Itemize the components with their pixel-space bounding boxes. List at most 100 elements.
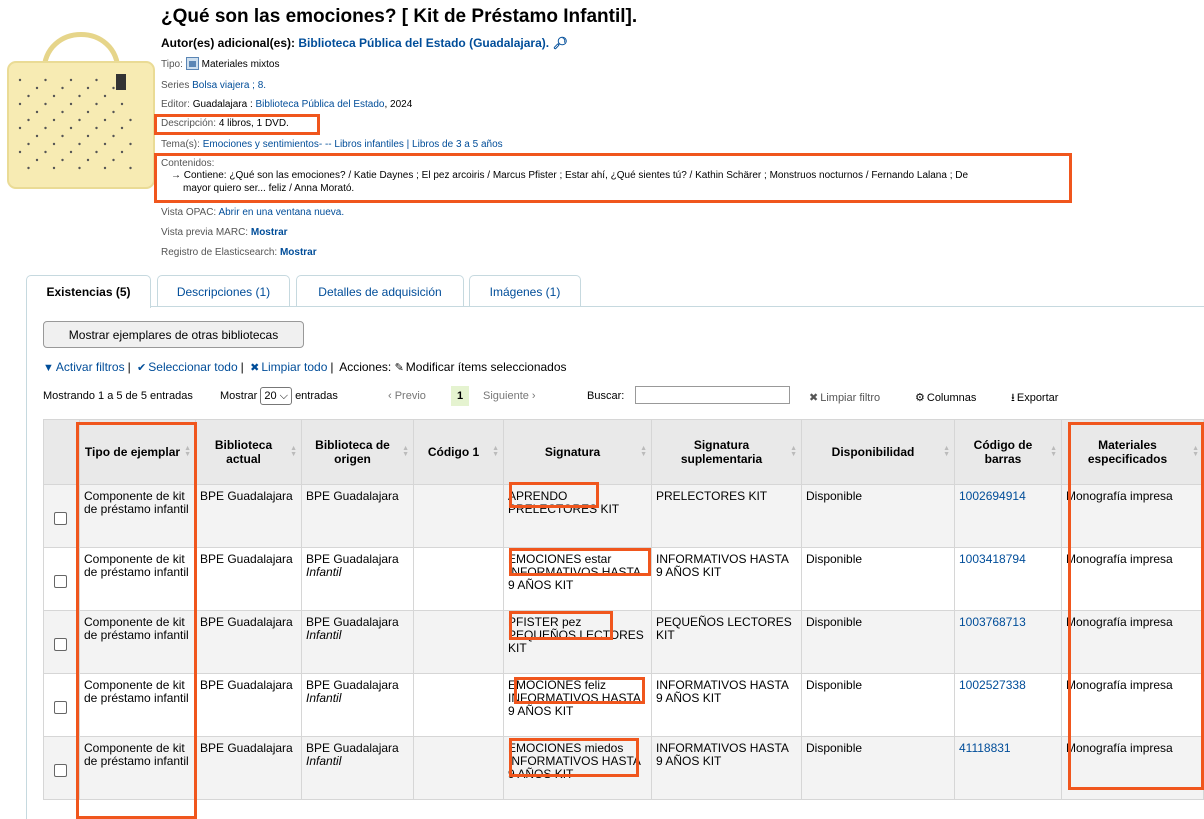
close-icon: ✖	[250, 362, 260, 374]
current-library-cell: BPE Guadalajara	[195, 736, 302, 800]
current-library-cell: BPE Guadalajara	[195, 484, 302, 548]
item-type-cell: Componente de kit de préstamo infantil	[79, 547, 196, 611]
column-header-code1[interactable]: Código 1 ▲ ▼	[413, 419, 504, 485]
table-row: Componente de kit de préstamo infantil BP…	[43, 547, 1204, 611]
columns-button[interactable]: ⚙ Columnas	[915, 388, 976, 408]
previous-page-button[interactable]: ‹ Previo	[388, 386, 426, 406]
column-header-current-library[interactable]: Biblioteca actual ▲ ▼	[195, 419, 302, 485]
barcode-cell: 1003768713	[954, 610, 1062, 674]
column-header-supplementary-call-number[interactable]: Signatura suplementaria ▲ ▼	[651, 419, 802, 485]
sort-icon: ▲ ▼	[1050, 445, 1057, 458]
page-size-control: Mostrar 20 ⌵ entradas	[220, 386, 338, 406]
column-header-barcode[interactable]: Código de barras ▲ ▼	[954, 419, 1062, 485]
tab-images[interactable]: Imágenes (1)	[469, 275, 581, 307]
item-type-cell: Componente de kit de préstamo infantil	[79, 484, 196, 548]
barcode-cell: 1002527338	[954, 673, 1062, 737]
type-row: Tipo: Materiales mixtos	[161, 57, 280, 70]
column-header-item-type[interactable]: Tipo de ejemplar ▲ ▼	[79, 419, 196, 485]
contents-label: Contenidos:	[161, 158, 215, 169]
column-header-home-library[interactable]: Biblioteca de origen ▲ ▼	[301, 419, 414, 485]
code1-cell	[413, 673, 504, 737]
clear-all-link[interactable]: ✖ Limpiar todo	[250, 360, 327, 374]
supplementary-call-number-cell: INFORMATIVOS HASTA 9 AÑOS KIT	[651, 736, 802, 800]
record-tabs: Existencias (5) Descripciones (1) Detall…	[0, 275, 1204, 308]
select-all-link[interactable]: ✔ Seleccionar todo	[137, 360, 238, 374]
marc-row: Vista previa MARC: Mostrar	[161, 227, 288, 238]
additional-authors: Autor(es) adicional(es): Biblioteca Públ…	[161, 36, 568, 50]
current-page-button[interactable]: 1	[451, 386, 470, 406]
search-icon[interactable]: 🔎︎	[552, 36, 567, 50]
filter-icon: ▼	[43, 362, 54, 374]
row-checkbox[interactable]	[54, 701, 67, 714]
home-library-cell: BPE Guadalajara Infantil	[301, 736, 414, 800]
mixed-materials-icon	[185, 57, 199, 70]
column-header-availability[interactable]: Disponibilidad ▲ ▼	[801, 419, 955, 485]
barcode-cell: 41118831	[954, 736, 1062, 800]
row-checkbox[interactable]	[54, 575, 67, 588]
availability-cell: Disponible	[801, 484, 955, 548]
holdings-table: Tipo de ejemplar ▲ ▼ Biblioteca actual ▲ ▼ B…	[43, 419, 1204, 800]
barcode-link[interactable]: 41118831	[959, 741, 1011, 755]
row-select-cell	[43, 673, 80, 737]
call-number-cell: APRENDO PRELECTORES KIT	[503, 484, 652, 548]
barcode-link[interactable]: 1003768713	[959, 615, 1026, 629]
page-size-select[interactable]: 20 ⌵	[260, 387, 292, 406]
sort-icon: ▲ ▼	[402, 445, 409, 458]
show-other-libraries-button[interactable]: Mostrar ejemplares de otras bibliotecas	[43, 321, 304, 348]
row-checkbox[interactable]	[54, 638, 67, 651]
call-number-cell: EMOCIONES miedos INFORMATIVOS HASTA 9 AÑ…	[503, 736, 652, 800]
pencil-icon: ✎	[394, 362, 404, 374]
availability-cell: Disponible	[801, 610, 955, 674]
marc-link[interactable]: Mostrar	[251, 227, 288, 238]
row-checkbox[interactable]	[54, 764, 67, 777]
column-header-call-number[interactable]: Signatura ▲ ▼	[503, 419, 652, 485]
barcode-link[interactable]: 1003418794	[959, 552, 1026, 566]
activate-filters-link[interactable]: ▼ Activar filtros	[43, 360, 125, 374]
elasticsearch-row: Registro de Elasticsearch: Mostrar	[161, 247, 317, 258]
supplementary-call-number-cell: INFORMATIVOS HASTA 9 AÑOS KIT	[651, 673, 802, 737]
home-library-cell: BPE Guadalajara	[301, 484, 414, 548]
home-library-cell: BPE Guadalajara Infantil	[301, 610, 414, 674]
table-row: Componente de kit de préstamo infantil BP…	[43, 610, 1204, 674]
series-link[interactable]: Bolsa viajera ; 8.	[192, 80, 266, 91]
search-label: Buscar:	[587, 390, 625, 402]
next-page-button[interactable]: Siguiente ›	[483, 386, 536, 406]
materials-cell: Monografía impresa	[1061, 610, 1204, 674]
modify-selected-link[interactable]: ✎ Modificar ítems seleccionados	[395, 360, 567, 374]
materials-cell: Monografía impresa	[1061, 736, 1204, 800]
clear-filter-button[interactable]: ✖ Limpiar filtro	[809, 388, 880, 408]
publisher-link[interactable]: Biblioteca Pública del Estado	[256, 99, 385, 110]
barcode-link[interactable]: 1002527338	[959, 678, 1026, 692]
row-select-cell	[43, 547, 80, 611]
sort-icon: ▲ ▼	[492, 445, 499, 458]
search-input[interactable]	[635, 386, 790, 404]
supplementary-call-number-cell: INFORMATIVOS HASTA 9 AÑOS KIT	[651, 547, 802, 611]
tab-holdings[interactable]: Existencias (5)	[26, 275, 151, 308]
materials-cell: Monografía impresa	[1061, 547, 1204, 611]
column-header-materials-specified[interactable]: Materiales especificados ▲ ▼	[1061, 419, 1204, 485]
code1-cell	[413, 484, 504, 548]
call-number-cell: EMOCIONES estar INFORMATIVOS HASTA 9 AÑO…	[503, 547, 652, 611]
materials-cell: Monografía impresa	[1061, 484, 1204, 548]
code1-cell	[413, 736, 504, 800]
tab-descriptions[interactable]: Descripciones (1)	[157, 275, 290, 307]
home-library-cell: BPE Guadalajara Infantil	[301, 547, 414, 611]
contents-line-2: mayor quiero ser... feliz / Anna Morató.	[183, 183, 355, 194]
check-icon: ✔	[137, 362, 147, 374]
export-button[interactable]: ⭳ Exportar	[1011, 388, 1058, 408]
tab-acquisitions[interactable]: Detalles de adquisición	[296, 275, 464, 307]
sort-icon: ▲ ▼	[640, 445, 647, 458]
elasticsearch-link[interactable]: Mostrar	[280, 247, 317, 258]
author-link[interactable]: Biblioteca Pública del Estado (Guadalaja…	[298, 36, 549, 50]
home-location: Infantil	[306, 628, 342, 642]
home-location: Infantil	[306, 754, 342, 768]
row-select-cell	[43, 736, 80, 800]
row-checkbox[interactable]	[54, 512, 67, 525]
home-location: Infantil	[306, 565, 342, 579]
opac-link[interactable]: Abrir en una ventana nueva.	[218, 207, 344, 218]
subjects-link[interactable]: Emociones y sentimientos- -- Libros infa…	[203, 139, 503, 150]
download-icon: ⭳	[1011, 392, 1015, 404]
barcode-link[interactable]: 1002694914	[959, 489, 1026, 503]
current-library-cell: BPE Guadalajara	[195, 610, 302, 674]
item-type-cell: Componente de kit de préstamo infantil	[79, 736, 196, 800]
